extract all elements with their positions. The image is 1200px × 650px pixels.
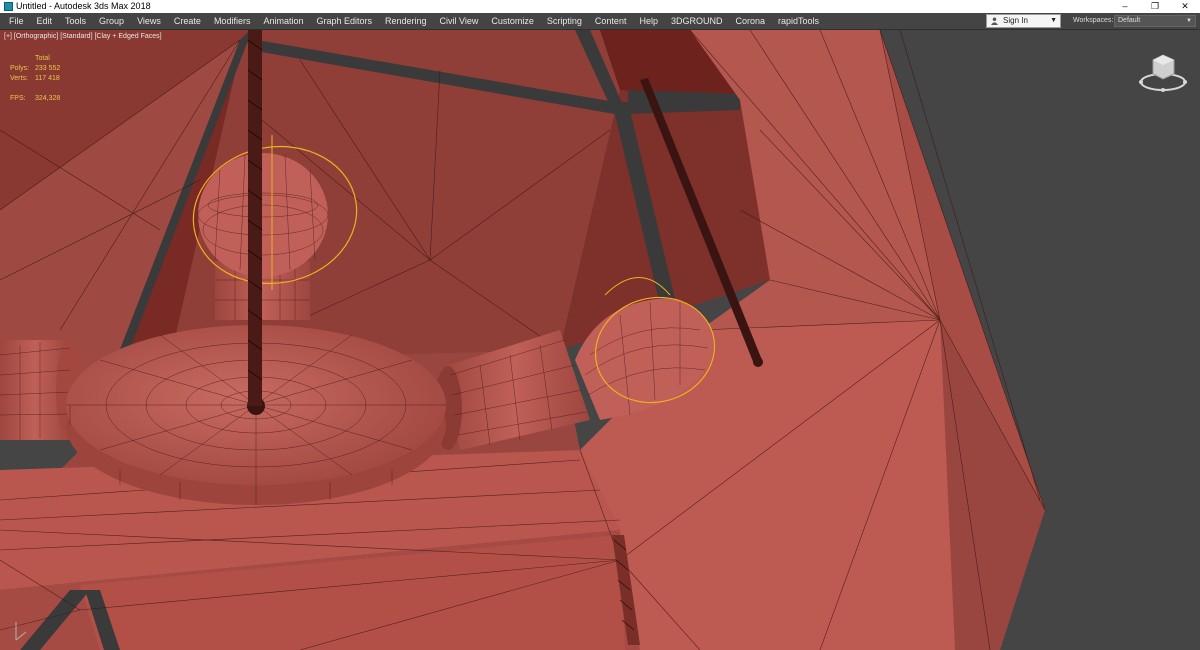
user-icon bbox=[991, 17, 998, 25]
menu-views[interactable]: Views bbox=[128, 13, 161, 29]
stats-fps-row: FPS: 324,328 bbox=[10, 94, 90, 104]
app-icon bbox=[4, 2, 13, 11]
title-bar: Untitled - Autodesk 3ds Max 2018 – ❐ ✕ bbox=[0, 0, 1200, 13]
stats-overlay: Total Polys: 233 552 Verts: 117 418 FPS:… bbox=[10, 54, 90, 104]
menu-corona[interactable]: Corona bbox=[726, 13, 765, 29]
viewport-scene bbox=[0, 30, 1200, 650]
polys-label: Polys: bbox=[10, 65, 30, 72]
polys-value: 233 552 bbox=[35, 65, 61, 72]
close-button[interactable]: ✕ bbox=[1170, 0, 1200, 13]
stats-verts-row: Verts: 117 418 bbox=[10, 74, 90, 84]
workspaces-label: Workspaces: bbox=[1073, 17, 1114, 24]
fps-label: FPS: bbox=[10, 95, 26, 102]
menu-edit[interactable]: Edit bbox=[28, 13, 53, 29]
minimize-button[interactable]: – bbox=[1110, 0, 1140, 13]
menu-create[interactable]: Create bbox=[165, 13, 201, 29]
sign-in-dropdown[interactable]: Sign In ▼ bbox=[986, 14, 1061, 28]
verts-label: Verts: bbox=[10, 75, 28, 82]
menu-group[interactable]: Group bbox=[90, 13, 124, 29]
menu-customize[interactable]: Customize bbox=[482, 13, 534, 29]
menu-help[interactable]: Help bbox=[630, 13, 658, 29]
workspaces-value: Default bbox=[1118, 17, 1141, 24]
stats-header-row: Total bbox=[10, 54, 90, 64]
viewport-label[interactable]: [+] [Orthographic] [Standard] [Clay + Ed… bbox=[4, 33, 162, 40]
menu-rendering[interactable]: Rendering bbox=[376, 13, 427, 29]
viewport[interactable]: [+] [Orthographic] [Standard] [Clay + Ed… bbox=[0, 30, 1200, 650]
viewcube-icon[interactable] bbox=[1138, 50, 1188, 94]
restore-button[interactable]: ❐ bbox=[1140, 0, 1170, 13]
menu-3dground[interactable]: 3DGROUND bbox=[662, 13, 723, 29]
caret-down-icon: ▼ bbox=[1186, 18, 1192, 24]
window-title: Untitled - Autodesk 3ds Max 2018 bbox=[16, 1, 151, 11]
verts-value: 117 418 bbox=[35, 75, 60, 82]
workspaces-select[interactable]: Default ▼ bbox=[1114, 15, 1196, 27]
menu-civil-view[interactable]: Civil View bbox=[431, 13, 479, 29]
stats-spacer bbox=[10, 84, 90, 94]
menu-rapidtools[interactable]: rapidTools bbox=[769, 13, 819, 29]
menu-graph-editors[interactable]: Graph Editors bbox=[307, 13, 372, 29]
menu-content[interactable]: Content bbox=[586, 13, 627, 29]
menu-modifiers[interactable]: Modifiers bbox=[205, 13, 251, 29]
window-controls: – ❐ ✕ bbox=[1110, 0, 1200, 13]
menu-bar: File Edit Tools Group Views Create Modif… bbox=[0, 13, 1200, 30]
menu-file[interactable]: File bbox=[0, 13, 24, 29]
caret-down-icon: ▼ bbox=[1050, 17, 1057, 24]
sign-in-label: Sign In bbox=[1003, 16, 1028, 25]
menu-scripting[interactable]: Scripting bbox=[538, 13, 582, 29]
fps-value: 324,328 bbox=[35, 95, 61, 102]
menu-items: File Edit Tools Group Views Create Modif… bbox=[0, 13, 823, 29]
stats-header: Total bbox=[35, 55, 50, 62]
stats-polys-row: Polys: 233 552 bbox=[10, 64, 90, 74]
menu-tools[interactable]: Tools bbox=[56, 13, 86, 29]
axis-tripod-icon bbox=[15, 622, 27, 641]
menu-animation[interactable]: Animation bbox=[254, 13, 303, 29]
